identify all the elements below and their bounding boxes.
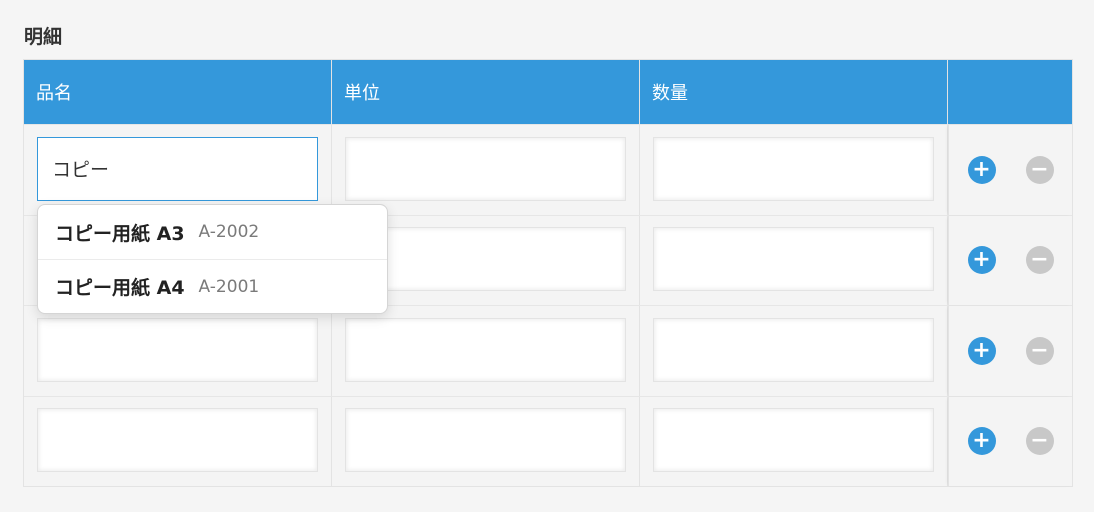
add-row-button[interactable]: + [967, 427, 996, 456]
plus-icon: + [972, 428, 991, 454]
quantity-input[interactable] [653, 227, 934, 292]
item-name-input[interactable] [37, 408, 318, 473]
cell-quantity [640, 215, 948, 305]
remove-row-button[interactable]: − [1025, 336, 1054, 365]
minus-icon: − [1030, 156, 1049, 182]
add-row-button[interactable]: + [967, 155, 996, 184]
remove-row-button[interactable]: − [1025, 246, 1054, 275]
plus-icon: + [972, 247, 991, 273]
header-item-name: 品名 [24, 60, 332, 124]
minus-icon: − [1030, 337, 1049, 363]
unit-input[interactable] [345, 317, 626, 382]
option-name: コピー用紙 A3 [55, 222, 185, 245]
row-actions: + − [948, 306, 1072, 396]
item-name-input[interactable] [37, 317, 318, 382]
cell-item-name [24, 396, 332, 486]
quantity-input[interactable] [653, 317, 934, 382]
item-name-input[interactable] [37, 136, 318, 201]
quantity-input[interactable] [653, 408, 934, 473]
cell-quantity [640, 396, 948, 486]
option-code: A-2002 [198, 222, 260, 242]
table-header: 品名 単位 数量 [24, 60, 1072, 124]
autocomplete-option[interactable]: コピー用紙 A4 A-2001 [38, 259, 387, 313]
quantity-input[interactable] [653, 136, 934, 201]
plus-icon: + [972, 156, 991, 182]
autocomplete-dropdown: コピー用紙 A3 A-2002 コピー用紙 A4 A-2001 [37, 204, 388, 314]
header-quantity: 数量 [640, 60, 948, 124]
row-actions: + − [948, 215, 1072, 305]
cell-unit [332, 125, 640, 215]
header-actions [948, 60, 1072, 124]
row-actions: + − [948, 125, 1072, 215]
add-row-button[interactable]: + [967, 246, 996, 275]
remove-row-button[interactable]: − [1025, 427, 1054, 456]
table-row: + − [24, 124, 1072, 215]
cell-quantity [640, 125, 948, 215]
header-unit: 単位 [332, 60, 640, 124]
row-actions: + − [948, 396, 1072, 486]
option-code: A-2001 [198, 276, 260, 297]
minus-icon: − [1030, 428, 1049, 454]
cell-item-name [24, 125, 332, 215]
table-row: + − [24, 305, 1072, 396]
add-row-button[interactable]: + [967, 336, 996, 365]
table-row: + − [24, 395, 1072, 486]
minus-icon: − [1030, 247, 1049, 273]
option-name: コピー用紙 A4 [55, 277, 185, 299]
remove-row-button[interactable]: − [1025, 155, 1054, 184]
cell-unit [332, 396, 640, 486]
cell-unit [332, 306, 640, 396]
plus-icon: + [972, 337, 991, 363]
unit-input[interactable] [345, 408, 626, 473]
cell-item-name [24, 306, 332, 396]
section-title: 明細 [24, 26, 63, 48]
cell-quantity [640, 306, 948, 396]
unit-input[interactable] [345, 136, 626, 201]
autocomplete-option[interactable]: コピー用紙 A3 A-2002 [38, 205, 387, 259]
